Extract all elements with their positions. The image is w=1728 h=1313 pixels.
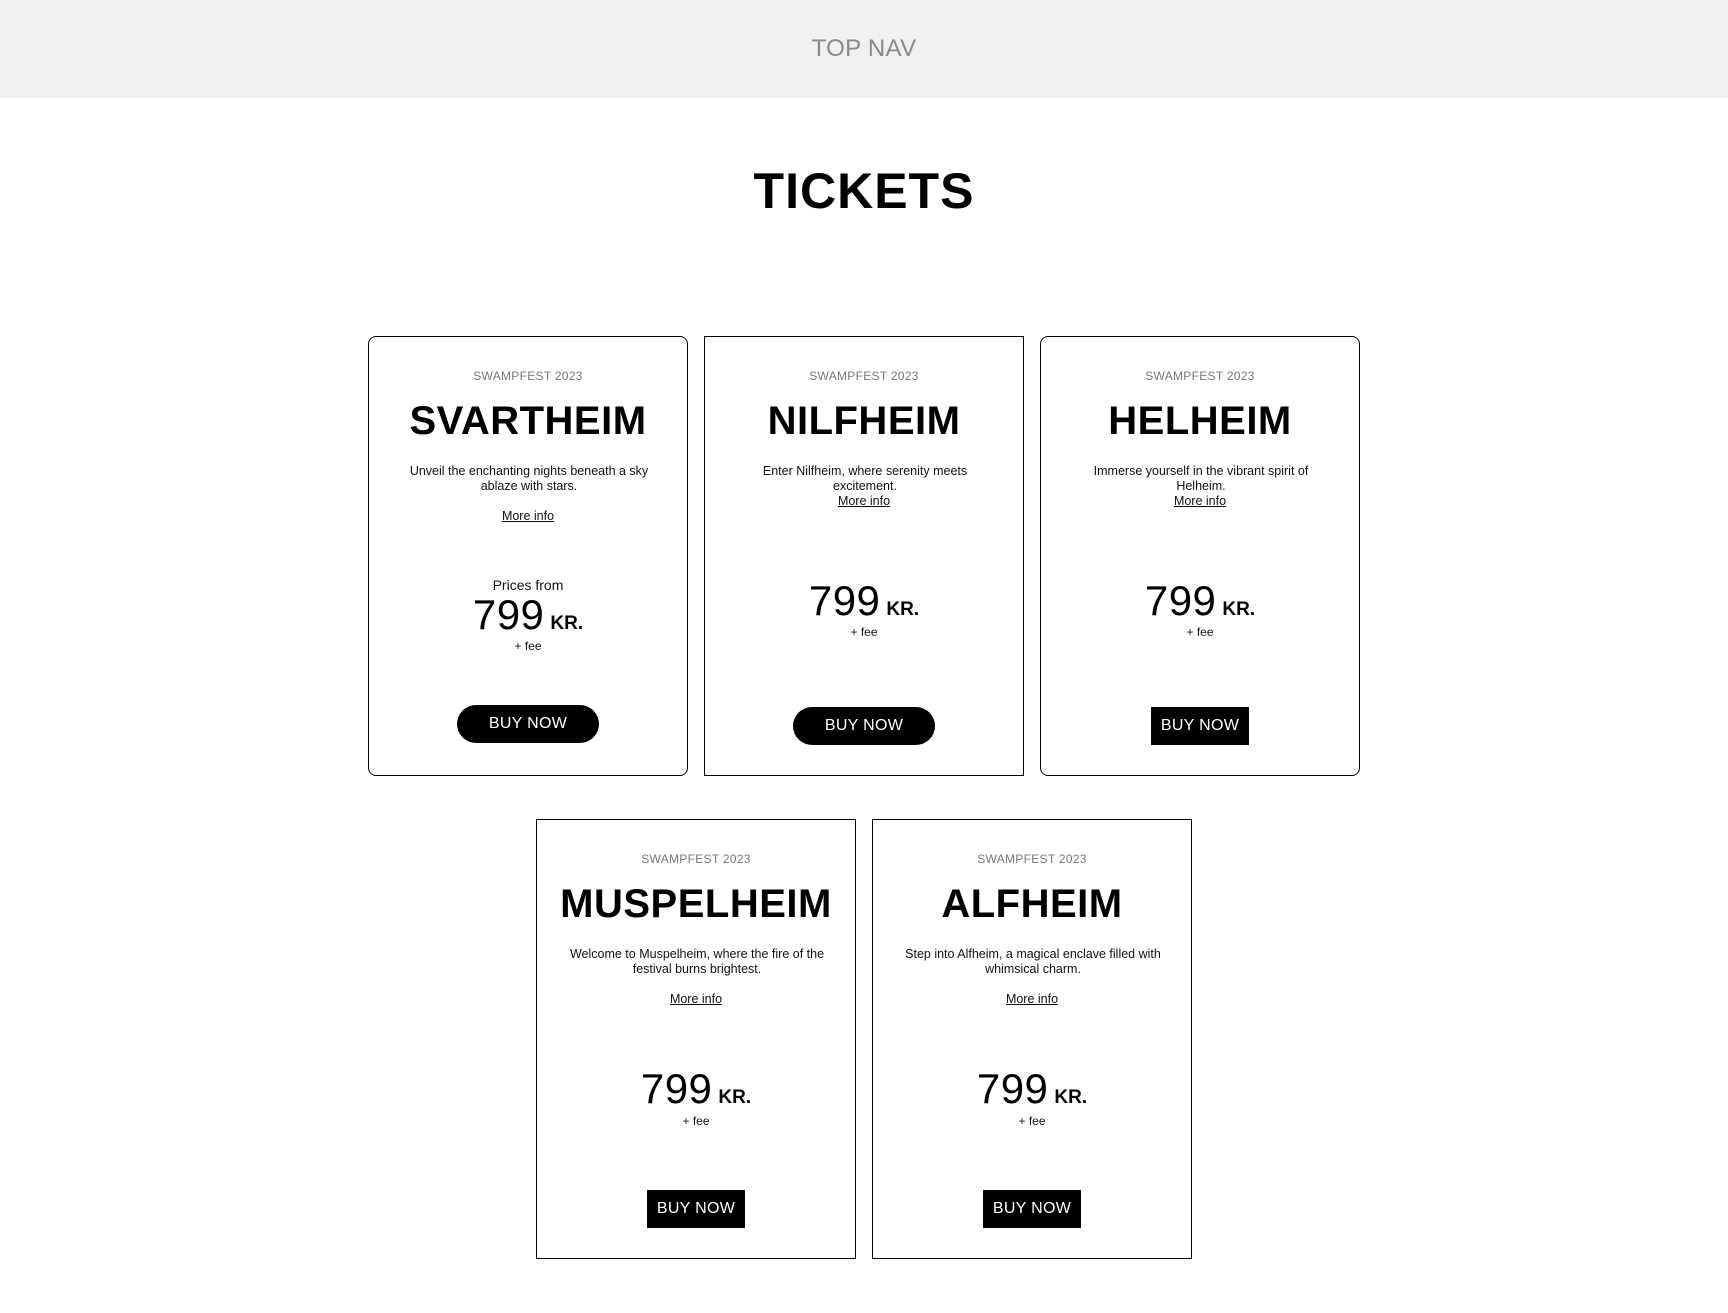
more-info-link-wrap: More info <box>369 509 687 523</box>
card-description: Welcome to Muspelheim, where the fire of… <box>569 947 825 976</box>
more-info-link[interactable]: More info <box>670 992 722 1006</box>
card-event-label: SWAMPFEST 2023 <box>641 852 751 866</box>
price-currency: KR. <box>1054 1087 1088 1108</box>
price-fee: + fee <box>682 1114 710 1128</box>
ticket-card-svartheim: SWAMPFEST 2023 SVARTHEIM Unveil the ench… <box>368 336 688 776</box>
card-description: Enter Nilfheim, where serenity meets exc… <box>762 464 968 493</box>
more-info-link-wrap: More info <box>873 992 1191 1006</box>
page-title: TICKETS <box>753 163 975 219</box>
card-event-label: SWAMPFEST 2023 <box>977 852 1087 866</box>
ticket-card-nilfheim: SWAMPFEST 2023 NILFHEIM Enter Nilfheim, … <box>704 336 1024 776</box>
more-info-link-wrap: More info <box>1041 494 1359 508</box>
card-event-label: SWAMPFEST 2023 <box>1145 369 1255 383</box>
card-description: Unveil the enchanting nights beneath a s… <box>409 464 649 493</box>
card-price: 799 KR. <box>369 591 687 639</box>
tickets-page: TOP NAV TICKETS SWAMPFEST 2023 SVARTHEIM… <box>0 0 1728 1313</box>
price-currency: KR. <box>718 1087 752 1108</box>
ticket-card-muspelheim: SWAMPFEST 2023 MUSPELHEIM Welcome to Mus… <box>536 819 856 1259</box>
top-nav-label: TOP NAV <box>811 35 917 62</box>
price-amount: 799 <box>472 591 545 638</box>
card-price: 799 KR. <box>1041 577 1359 625</box>
more-info-link[interactable]: More info <box>838 494 890 508</box>
price-amount: 799 <box>808 577 881 624</box>
card-title: SVARTHEIM <box>409 399 647 443</box>
buy-now-button[interactable]: BUY NOW <box>1151 707 1249 745</box>
card-price: 799 KR. <box>537 1065 855 1113</box>
price-amount: 799 <box>976 1065 1049 1112</box>
card-description: Immerse yourself in the vibrant spirit o… <box>1093 464 1309 493</box>
card-title: NILFHEIM <box>767 399 961 443</box>
ticket-card-alfheim: SWAMPFEST 2023 ALFHEIM Step into Alfheim… <box>872 819 1192 1259</box>
more-info-link-wrap: More info <box>537 992 855 1006</box>
card-description: Step into Alfheim, a magical enclave fil… <box>905 947 1161 976</box>
top-nav: TOP NAV <box>0 0 1728 98</box>
price-fee: + fee <box>850 625 878 639</box>
buy-now-button[interactable]: BUY NOW <box>647 1190 745 1228</box>
ticket-card-helheim: SWAMPFEST 2023 HELHEIM Immerse yourself … <box>1040 336 1360 776</box>
more-info-link[interactable]: More info <box>502 509 554 523</box>
card-event-label: SWAMPFEST 2023 <box>473 369 583 383</box>
price-fee: + fee <box>1186 625 1214 639</box>
buy-now-button[interactable]: BUY NOW <box>457 705 599 743</box>
card-event-label: SWAMPFEST 2023 <box>809 369 919 383</box>
price-fee: + fee <box>1018 1114 1046 1128</box>
card-title: MUSPELHEIM <box>560 882 832 926</box>
more-info-link[interactable]: More info <box>1006 992 1058 1006</box>
price-currency: KR. <box>550 613 584 634</box>
price-currency: KR. <box>886 599 920 620</box>
card-price: 799 KR. <box>873 1065 1191 1113</box>
card-title: ALFHEIM <box>941 882 1123 926</box>
buy-now-button[interactable]: BUY NOW <box>793 707 935 745</box>
more-info-link[interactable]: More info <box>1174 494 1226 508</box>
price-amount: 799 <box>640 1065 713 1112</box>
buy-now-button[interactable]: BUY NOW <box>983 1190 1081 1228</box>
more-info-link-wrap: More info <box>705 494 1023 508</box>
card-price: 799 KR. <box>705 577 1023 625</box>
card-title: HELHEIM <box>1108 399 1292 443</box>
price-amount: 799 <box>1144 577 1217 624</box>
price-currency: KR. <box>1222 599 1256 620</box>
price-fee: + fee <box>514 639 542 653</box>
